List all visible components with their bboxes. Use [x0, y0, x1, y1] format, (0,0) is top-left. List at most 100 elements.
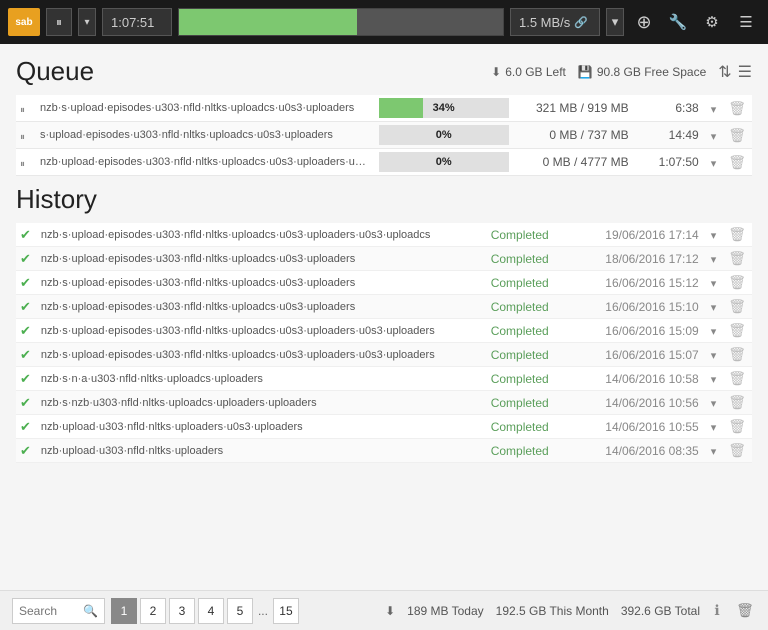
queue-progress-cell: 34% — [373, 95, 515, 122]
history-section: History ✔ nzb·s·upload·episodes·u303·nfl… — [16, 184, 752, 463]
history-row-delete[interactable]: 🗑 — [722, 247, 752, 271]
history-row-dropdown[interactable]: ▾ — [705, 319, 723, 343]
history-row-delete[interactable]: 🗑 — [722, 415, 752, 439]
history-row-delete[interactable]: 🗑 — [722, 223, 752, 247]
footer-icons: ℹ 🗑 — [706, 600, 756, 622]
history-row-delete[interactable]: 🗑 — [722, 439, 752, 463]
hamburger-icon: ☰ — [739, 13, 752, 31]
queue-size: 321 MB / 919 MB — [515, 95, 635, 122]
footer: 🔍 12345...15 ⬇ 189 MB Today 192.5 GB Thi… — [0, 590, 768, 630]
history-item-name: nzb·s·n·a·u303·nfld·nltks·uploadcs·uploa… — [35, 367, 485, 391]
history-date: 14/06/2016 10:56 — [575, 391, 705, 415]
queue-title: Queue — [16, 56, 94, 87]
speed-dropdown-button[interactable]: ▾ — [606, 8, 624, 36]
queue-item-name: nzb·s·upload·episodes·u303·nfld·nltks·up… — [34, 95, 373, 122]
row-pause-icon[interactable]: ⏸ — [16, 122, 34, 149]
row-pause-icon[interactable]: ⏸ — [16, 149, 34, 176]
dropdown-icon: ▾ — [84, 17, 89, 28]
delete-all-button[interactable]: 🗑 — [734, 600, 756, 622]
pause-icon: ⏸ — [56, 15, 62, 30]
queue-progress-cell: 0% — [373, 122, 515, 149]
info-button[interactable]: ℹ — [706, 600, 728, 622]
history-row: ✔ nzb·s·upload·episodes·u303·nfld·nltks·… — [16, 223, 752, 247]
history-row-delete[interactable]: 🗑 — [722, 319, 752, 343]
queue-row: ⏸ nzb·s·upload·episodes·u303·nfld·nltks·… — [16, 95, 752, 122]
history-row-dropdown[interactable]: ▾ — [705, 439, 723, 463]
page-button-5[interactable]: 5 — [227, 598, 253, 624]
history-row: ✔ nzb·s·upload·episodes·u303·nfld·nltks·… — [16, 319, 752, 343]
settings-button[interactable]: ⚙ — [698, 8, 726, 36]
row-dropdown[interactable]: ▾ — [705, 122, 723, 149]
config-button[interactable]: 🔧 — [664, 8, 692, 36]
history-row-delete[interactable]: 🗑 — [722, 271, 752, 295]
history-date: 16/06/2016 15:10 — [575, 295, 705, 319]
history-row: ✔ nzb·s·upload·episodes·u303·nfld·nltks·… — [16, 247, 752, 271]
history-check-icon: ✔ — [16, 439, 35, 463]
add-button[interactable]: ⊕ — [630, 8, 658, 36]
page-button-2[interactable]: 2 — [140, 598, 166, 624]
history-date: 16/06/2016 15:09 — [575, 319, 705, 343]
history-section-header: History — [16, 184, 752, 215]
row-dropdown[interactable]: ▾ — [705, 149, 723, 176]
page-button-4[interactable]: 4 — [198, 598, 224, 624]
menu-button[interactable]: ☰ — [732, 8, 760, 36]
history-row-dropdown[interactable]: ▾ — [705, 391, 723, 415]
logo: sab — [8, 8, 40, 36]
delete-icon: 🗑 — [736, 602, 754, 619]
queue-meta: ⬇ 6.0 GB Left 💾 90.8 GB Free Space ⇅ ☰ — [491, 62, 752, 82]
footer-stats: ⬇ 189 MB Today 192.5 GB This Month 392.6… — [385, 604, 700, 618]
history-row-delete[interactable]: 🗑 — [722, 295, 752, 319]
history-date: 16/06/2016 15:07 — [575, 343, 705, 367]
sort-icon[interactable]: ⇅ — [718, 62, 731, 82]
page-button-3[interactable]: 3 — [169, 598, 195, 624]
page-button-15[interactable]: 15 — [273, 598, 299, 624]
add-icon: ⊕ — [636, 12, 651, 33]
history-row-dropdown[interactable]: ▾ — [705, 295, 723, 319]
history-row: ✔ nzb·s·upload·episodes·u303·nfld·nltks·… — [16, 295, 752, 319]
search-box: 🔍 — [12, 598, 105, 624]
queue-section-header: Queue ⬇ 6.0 GB Left 💾 90.8 GB Free Space… — [16, 56, 752, 87]
queue-table: ⏸ nzb·s·upload·episodes·u303·nfld·nltks·… — [16, 95, 752, 176]
history-row-delete[interactable]: 🗑 — [722, 391, 752, 415]
queue-free-space: 💾 90.8 GB Free Space — [578, 65, 706, 79]
stats-total: 392.6 GB Total — [621, 604, 700, 618]
list-view-icon[interactable]: ☰ — [738, 62, 752, 82]
history-row-dropdown[interactable]: ▾ — [705, 415, 723, 439]
history-item-name: nzb·upload·u303·nfld·nltks·uploaders — [35, 439, 485, 463]
history-status: Completed — [485, 295, 575, 319]
row-pause-icon[interactable]: ⏸ — [16, 95, 34, 122]
history-row-dropdown[interactable]: ▾ — [705, 223, 723, 247]
row-dropdown[interactable]: ▾ — [705, 95, 723, 122]
history-check-icon: ✔ — [16, 223, 35, 247]
row-delete[interactable]: 🗑 — [722, 149, 752, 176]
queue-time: 1:07:50 — [635, 149, 705, 176]
history-check-icon: ✔ — [16, 247, 35, 271]
history-row: ✔ nzb·upload·u303·nfld·nltks·uploaders·u… — [16, 415, 752, 439]
link-icon: 🔗 — [574, 16, 588, 29]
queue-row: ⏸ s·upload·episodes·u303·nfld·nltks·uplo… — [16, 122, 752, 149]
history-row-dropdown[interactable]: ▾ — [705, 271, 723, 295]
pause-button[interactable]: ⏸ — [46, 8, 72, 36]
history-item-name: nzb·s·nzb·u303·nfld·nltks·uploadcs·uploa… — [35, 391, 485, 415]
history-row-delete[interactable]: 🗑 — [722, 367, 752, 391]
history-check-icon: ✔ — [16, 343, 35, 367]
row-delete[interactable]: 🗑 — [722, 95, 752, 122]
search-input[interactable] — [19, 604, 79, 618]
stats-month: 192.5 GB This Month — [496, 604, 609, 618]
history-row-dropdown[interactable]: ▾ — [705, 343, 723, 367]
queue-progress-cell: 0% — [373, 149, 515, 176]
history-status: Completed — [485, 439, 575, 463]
page-button-1[interactable]: 1 — [111, 598, 137, 624]
queue-view-icons: ⇅ ☰ — [718, 62, 752, 82]
history-item-name: nzb·s·upload·episodes·u303·nfld·nltks·up… — [35, 223, 485, 247]
stats-today: 189 MB Today — [407, 604, 484, 618]
history-row-delete[interactable]: 🗑 — [722, 343, 752, 367]
history-row: ✔ nzb·s·upload·episodes·u303·nfld·nltks·… — [16, 343, 752, 367]
queue-time: 14:49 — [635, 122, 705, 149]
pause-dropdown-button[interactable]: ▾ — [78, 8, 96, 36]
speed-dropdown-icon: ▾ — [612, 14, 619, 30]
history-item-name: nzb·s·upload·episodes·u303·nfld·nltks·up… — [35, 319, 485, 343]
history-row-dropdown[interactable]: ▾ — [705, 367, 723, 391]
row-delete[interactable]: 🗑 — [722, 122, 752, 149]
history-row-dropdown[interactable]: ▾ — [705, 247, 723, 271]
